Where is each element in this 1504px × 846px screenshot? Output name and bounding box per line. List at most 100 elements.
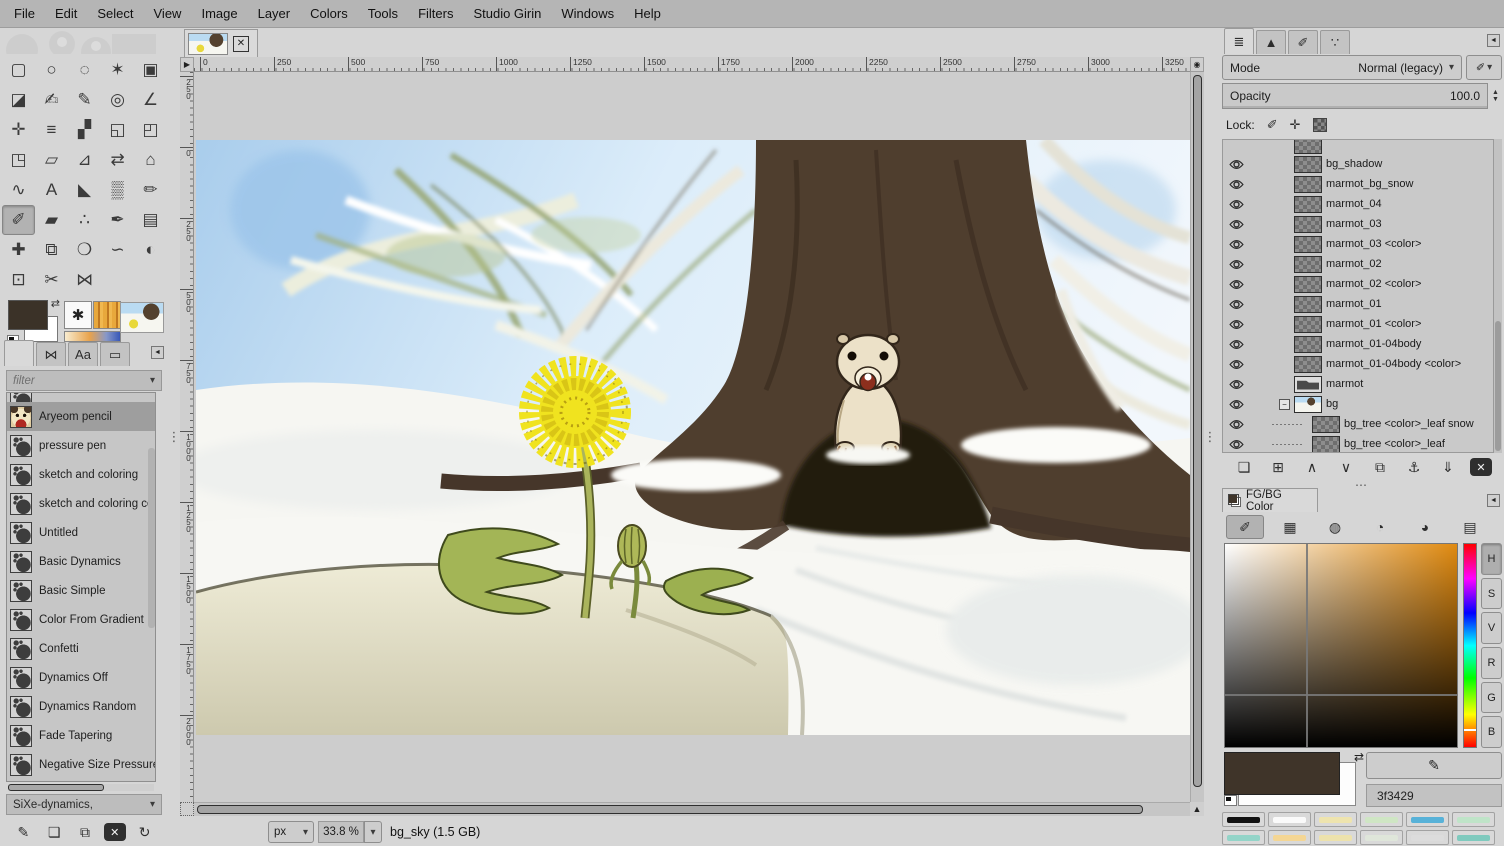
- swap-colors-icon[interactable]: ⇄: [1354, 750, 1364, 764]
- layer-name[interactable]: bg_tree <color>_leaf: [1344, 438, 1445, 450]
- opacity-slider[interactable]: Opacity 100.0: [1222, 83, 1488, 109]
- dock-tab-dynamics[interactable]: ∵: [1320, 30, 1350, 54]
- menu-item[interactable]: Select: [87, 0, 143, 27]
- layer-thumbnail[interactable]: [1294, 336, 1322, 353]
- dynamics-scrollbar[interactable]: [148, 448, 155, 628]
- color-select-tab-watercolor-select[interactable]: ◍: [1316, 515, 1354, 539]
- dynamics-toolbar-button-new-dynamics[interactable]: ❏: [42, 821, 66, 843]
- foreground-color-swatch[interactable]: [8, 300, 48, 330]
- layer-row-marmot_04[interactable]: − marmot_04: [1223, 194, 1493, 214]
- tool-blur-sharpen[interactable]: ❍: [68, 235, 101, 265]
- dynamics-item[interactable]: Color From Gradient: [7, 605, 155, 634]
- layer-row[interactable]: −: [1223, 140, 1493, 154]
- tool-n-point-deformation[interactable]: ⋈: [68, 265, 101, 295]
- color-history-swatch[interactable]: [1222, 830, 1265, 845]
- layer-toolbar-button-merge-down[interactable]: ⇓: [1436, 456, 1460, 478]
- tool-move[interactable]: ✛: [2, 115, 35, 145]
- close-icon[interactable]: ✕: [233, 36, 249, 52]
- dynamics-item[interactable]: Aryeom pencil: [7, 402, 155, 431]
- tool-paths[interactable]: ✍: [35, 85, 68, 115]
- expander-icon[interactable]: −: [1279, 399, 1290, 410]
- image-tab[interactable]: ✕: [184, 29, 258, 57]
- tool-scale[interactable]: ◳: [2, 145, 35, 175]
- brush-indicator[interactable]: ✱: [64, 301, 92, 329]
- tool-measure[interactable]: ∠: [134, 85, 167, 115]
- zoom-dropdown[interactable]: ▾: [364, 821, 382, 843]
- layer-toolbar-button-duplicate-layer[interactable]: ⧉: [1368, 456, 1392, 478]
- tool-color-picker[interactable]: ✎: [68, 85, 101, 115]
- detach-panel-icon[interactable]: ◄: [1487, 34, 1500, 47]
- color-history-swatch[interactable]: [1452, 830, 1495, 845]
- visibility-eye-icon[interactable]: [1229, 299, 1246, 310]
- dynamics-preset-select[interactable]: SiXe-dynamics, ▾: [6, 794, 162, 815]
- layer-thumbnail[interactable]: [1294, 139, 1322, 154]
- tool-unified-transform[interactable]: ◱: [101, 115, 134, 145]
- color-select-tab-gimp-select[interactable]: ✐: [1226, 515, 1264, 539]
- lock-position-icon[interactable]: ✛: [1290, 117, 1301, 133]
- blend-space-button[interactable]: ✐ ▾: [1466, 55, 1502, 80]
- layer-row-marmot_02[interactable]: − marmot_02: [1223, 254, 1493, 274]
- layer-row-marmot_03 <color>[interactable]: − marmot_03 <color>: [1223, 234, 1493, 254]
- visibility-eye-icon[interactable]: [1229, 159, 1246, 170]
- layer-thumbnail[interactable]: [1294, 316, 1322, 333]
- layer-thumbnail[interactable]: [1294, 376, 1322, 393]
- layer-toolbar-button-new-layer[interactable]: ❏: [1232, 456, 1256, 478]
- dynamics-toolbar-button-delete-dynamics[interactable]: ✕: [104, 823, 126, 841]
- ruler-menu-button[interactable]: ▶: [180, 57, 194, 72]
- hue-strip[interactable]: [1463, 543, 1477, 748]
- layer-row-marmot_01-04body <color>[interactable]: − marmot_01-04body <color>: [1223, 354, 1493, 374]
- visibility-eye-icon[interactable]: [1229, 219, 1246, 230]
- layer-row-bg_tree <color>_leaf[interactable]: − bg_tree <color>_leaf: [1223, 434, 1493, 453]
- swap-colors-icon[interactable]: ⇄: [51, 297, 60, 310]
- layer-thumbnail[interactable]: [1312, 436, 1340, 453]
- saturation-value-square[interactable]: [1224, 543, 1458, 748]
- fgbg-color-tab[interactable]: FG/BG Color: [1222, 488, 1318, 512]
- layer-row-bg_shadow[interactable]: − bg_shadow: [1223, 154, 1493, 174]
- visibility-eye-icon[interactable]: [1229, 359, 1246, 370]
- layer-thumbnail[interactable]: [1294, 396, 1322, 413]
- layer-toolbar-button-delete-layer[interactable]: ✕: [1470, 458, 1492, 476]
- layer-name[interactable]: marmot_01 <color>: [1326, 318, 1421, 330]
- color-history-swatch[interactable]: [1314, 812, 1357, 827]
- visibility-eye-icon[interactable]: [1229, 379, 1246, 390]
- tool-fuzzy-select[interactable]: ✶: [101, 55, 134, 85]
- pick-color-button[interactable]: ✎: [1366, 752, 1502, 779]
- canvas-hscrollbar[interactable]: [194, 802, 1190, 816]
- tool-smudge[interactable]: ∽: [101, 235, 134, 265]
- color-history-swatch[interactable]: [1314, 830, 1357, 845]
- default-colors-icon[interactable]: [1224, 795, 1237, 806]
- layer-name[interactable]: marmot_03 <color>: [1326, 238, 1421, 250]
- menu-item[interactable]: Layer: [248, 0, 301, 27]
- dynamics-item[interactable]: Basic Simple: [7, 576, 155, 605]
- hex-color-input[interactable]: 3f3429: [1366, 784, 1502, 807]
- layer-row-marmot_02 <color>[interactable]: − marmot_02 <color>: [1223, 274, 1493, 294]
- left-splitter[interactable]: ⋮: [168, 28, 180, 846]
- dynamics-toolbar-button-refresh-dynamics[interactable]: ↻: [133, 821, 157, 843]
- dynamics-item[interactable]: Basic Dynamics: [7, 547, 155, 576]
- pattern-indicator[interactable]: [93, 301, 121, 329]
- tool-ink[interactable]: ✒: [101, 205, 134, 235]
- dock-tab-fonts[interactable]: ▲: [1256, 30, 1286, 54]
- dynamics-item[interactable]: [7, 393, 155, 402]
- visibility-eye-icon[interactable]: [1229, 399, 1246, 410]
- layer-thumbnail[interactable]: [1294, 176, 1322, 193]
- layer-thumbnail[interactable]: [1294, 256, 1322, 273]
- opacity-spinner[interactable]: ▲▼: [1489, 83, 1502, 109]
- dynamics-toolbar-button-duplicate-dynamics[interactable]: ⧉: [73, 821, 97, 843]
- layer-name[interactable]: marmot_03: [1326, 218, 1382, 230]
- dock-tab-tool-presets[interactable]: ▭: [100, 342, 130, 366]
- menu-item[interactable]: Tools: [358, 0, 408, 27]
- layer-name[interactable]: marmot_02: [1326, 258, 1382, 270]
- layer-thumbnail[interactable]: [1312, 416, 1340, 433]
- canvas-vscrollbar[interactable]: [1190, 72, 1204, 802]
- dynamics-item[interactable]: pressure pen: [7, 431, 155, 460]
- dock-tab-brushes[interactable]: ✐: [1288, 30, 1318, 54]
- tool-dodge-burn[interactable]: ◐: [134, 235, 167, 265]
- layer-thumbnail[interactable]: [1294, 296, 1322, 313]
- tool-eraser[interactable]: ▰: [35, 205, 68, 235]
- tool-bucket-fill[interactable]: ◣: [68, 175, 101, 205]
- tool-gradient[interactable]: ▒: [101, 175, 134, 205]
- color-history-swatch[interactable]: [1360, 830, 1403, 845]
- tool-perspective[interactable]: ⊿: [68, 145, 101, 175]
- color-history-swatch[interactable]: [1268, 812, 1311, 827]
